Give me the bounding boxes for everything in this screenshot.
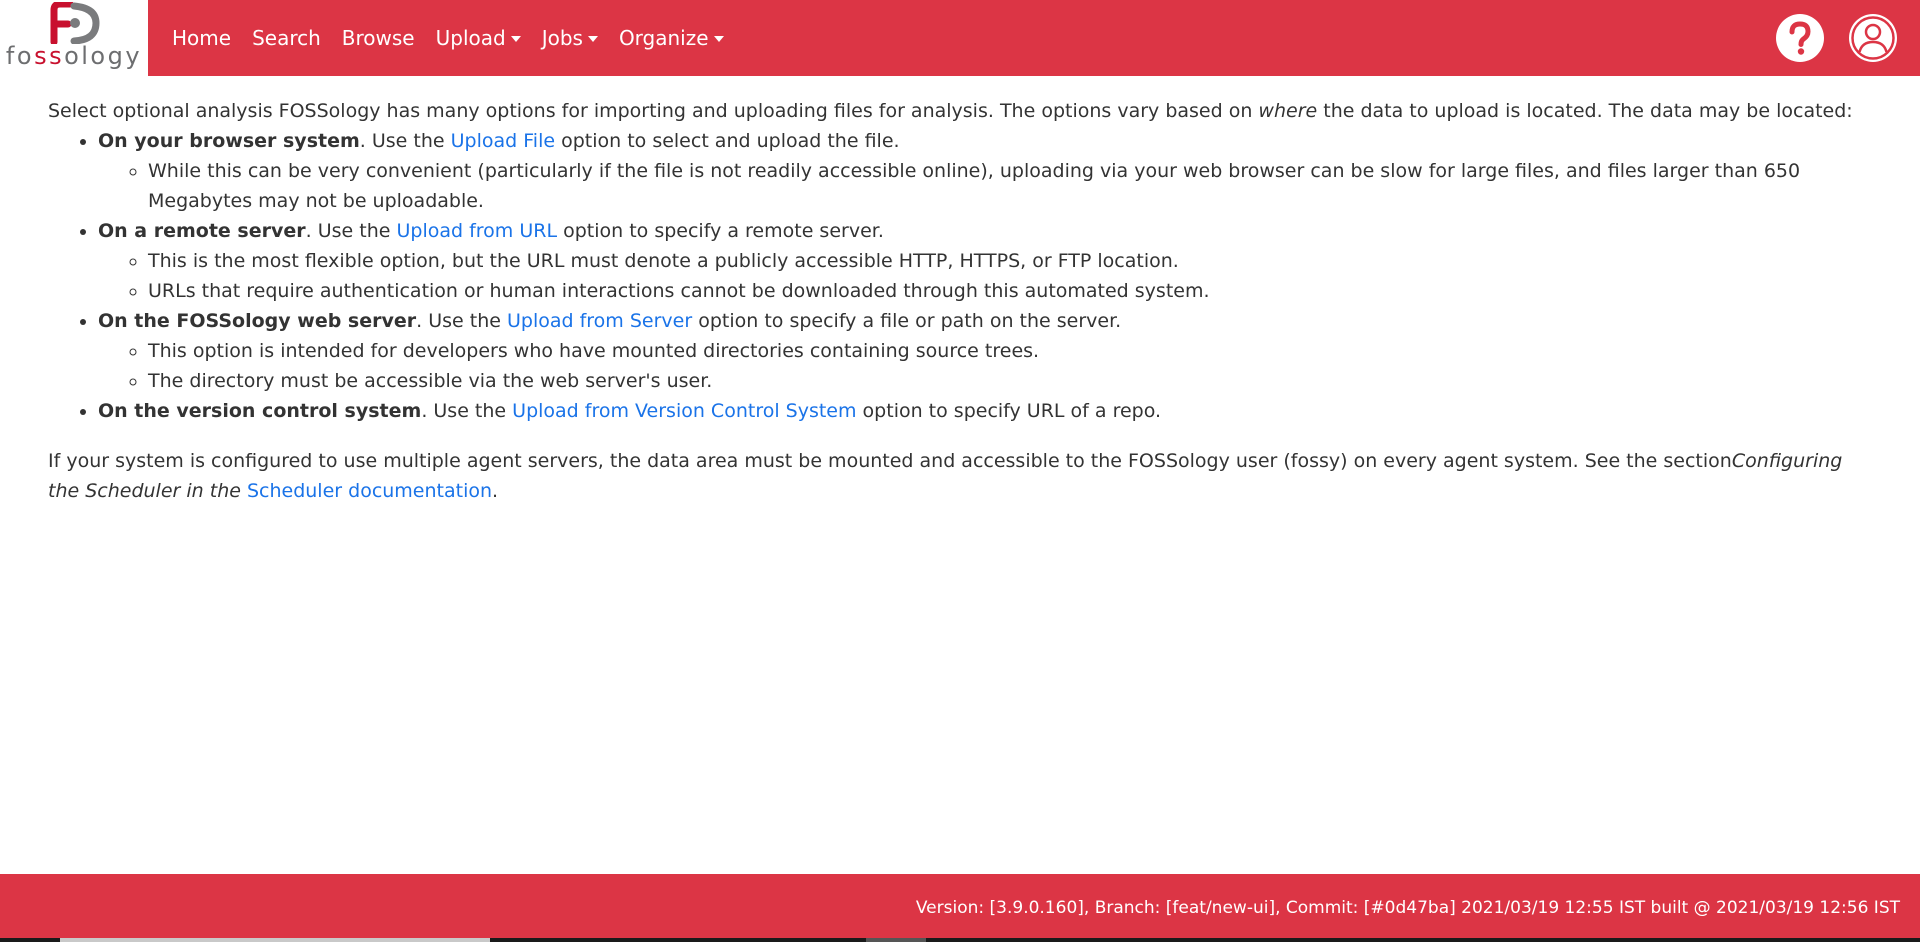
upload-from-url-link[interactable]: Upload from URL bbox=[396, 220, 557, 242]
help-question-icon[interactable] bbox=[1775, 13, 1825, 63]
footer: Version: [3.9.0.160], Branch: [feat/new-… bbox=[0, 874, 1920, 942]
nav-browse-label: Browse bbox=[341, 26, 415, 50]
nav-organize-label: Organize bbox=[618, 26, 709, 50]
upload-options-list: On your browser system. Use the Upload F… bbox=[48, 126, 1878, 426]
nav-organize-dropdown[interactable]: Organize bbox=[619, 26, 724, 50]
upload-from-vcs-link[interactable]: Upload from Version Control System bbox=[512, 400, 856, 422]
option-title: On the version control system bbox=[98, 400, 422, 422]
logo-text-end: ology bbox=[64, 42, 143, 70]
nav-search[interactable]: Search bbox=[252, 26, 321, 50]
scheduler-text-end: . bbox=[492, 480, 499, 502]
option-title: On the FOSSology web server bbox=[98, 310, 417, 332]
option-text: option to specify a file or path on the … bbox=[692, 310, 1122, 332]
intro-emphasis: where bbox=[1258, 100, 1318, 122]
nav-jobs-dropdown[interactable]: Jobs bbox=[542, 26, 598, 50]
option-web-server: On the FOSSology web server. Use the Upl… bbox=[98, 306, 1878, 396]
option-note: This option is intended for developers w… bbox=[148, 336, 1878, 366]
scheduler-documentation-link[interactable]: Scheduler documentation bbox=[247, 480, 492, 502]
option-text: option to specify a remote server. bbox=[557, 220, 884, 242]
option-note: This is the most flexible option, but th… bbox=[148, 246, 1878, 276]
nav-jobs-label: Jobs bbox=[541, 26, 583, 50]
version-info: Version: [3.9.0.160], Branch: [feat/new-… bbox=[915, 898, 1900, 918]
fossology-logo[interactable]: fossology bbox=[0, 0, 148, 76]
option-version-control: On the version control system. Use the U… bbox=[98, 396, 1878, 426]
fossology-logo-mark bbox=[50, 2, 100, 44]
bottom-strip-segment bbox=[60, 938, 490, 942]
option-text: . Use the bbox=[416, 310, 507, 332]
option-note: While this can be very convenient (parti… bbox=[148, 156, 1878, 216]
scheduler-text: If your system is configured to use mult… bbox=[48, 450, 1732, 472]
option-notes: This option is intended for developers w… bbox=[98, 336, 1878, 396]
option-title: On a remote server bbox=[98, 220, 306, 242]
option-text: . Use the bbox=[421, 400, 513, 422]
intro-paragraph: Select optional analysis FOSSology has m… bbox=[48, 96, 1878, 126]
logo-text-accent: ss bbox=[34, 42, 65, 70]
top-navbar: fossology Home Search Browse Upload Jobs… bbox=[0, 0, 1920, 76]
option-note: The directory must be accessible via the… bbox=[148, 366, 1878, 396]
intro-text: Select optional analysis FOSSology has m… bbox=[48, 100, 1259, 122]
nav-search-label: Search bbox=[252, 26, 321, 50]
nav-upload-label: Upload bbox=[435, 26, 506, 50]
option-note: URLs that require authentication or huma… bbox=[148, 276, 1878, 306]
option-notes: While this can be very convenient (parti… bbox=[98, 156, 1878, 216]
option-notes: This is the most flexible option, but th… bbox=[98, 246, 1878, 306]
caret-down-icon bbox=[510, 36, 521, 42]
option-text: option to select and upload the file. bbox=[555, 130, 900, 152]
option-text: . Use the bbox=[305, 220, 397, 242]
upload-help-content: Select optional analysis FOSSology has m… bbox=[48, 96, 1878, 506]
option-text: . Use the bbox=[359, 130, 451, 152]
option-remote-server: On a remote server. Use the Upload from … bbox=[98, 216, 1878, 306]
option-title: On your browser system bbox=[98, 130, 360, 152]
upload-from-server-link[interactable]: Upload from Server bbox=[507, 310, 692, 332]
upload-file-link[interactable]: Upload File bbox=[451, 130, 555, 152]
scheduler-paragraph: If your system is configured to use mult… bbox=[48, 446, 1878, 506]
logo-text-start: fo bbox=[5, 42, 35, 70]
nav-home-label: Home bbox=[172, 26, 232, 50]
nav-home[interactable]: Home bbox=[172, 26, 231, 50]
option-browser-system: On your browser system. Use the Upload F… bbox=[98, 126, 1878, 216]
nav-browse[interactable]: Browse bbox=[342, 26, 415, 50]
bottom-strip-segment bbox=[866, 938, 926, 942]
logo-text: fossology bbox=[0, 42, 148, 70]
caret-down-icon bbox=[713, 36, 724, 42]
option-text: option to specify URL of a repo. bbox=[856, 400, 1162, 422]
caret-down-icon bbox=[587, 36, 598, 42]
intro-text-end: the data to upload is located. The data … bbox=[1317, 100, 1853, 122]
nav-upload-dropdown[interactable]: Upload bbox=[436, 26, 521, 50]
main-nav: Home Search Browse Upload Jobs Organize bbox=[172, 0, 745, 76]
user-account-icon[interactable] bbox=[1848, 13, 1898, 63]
